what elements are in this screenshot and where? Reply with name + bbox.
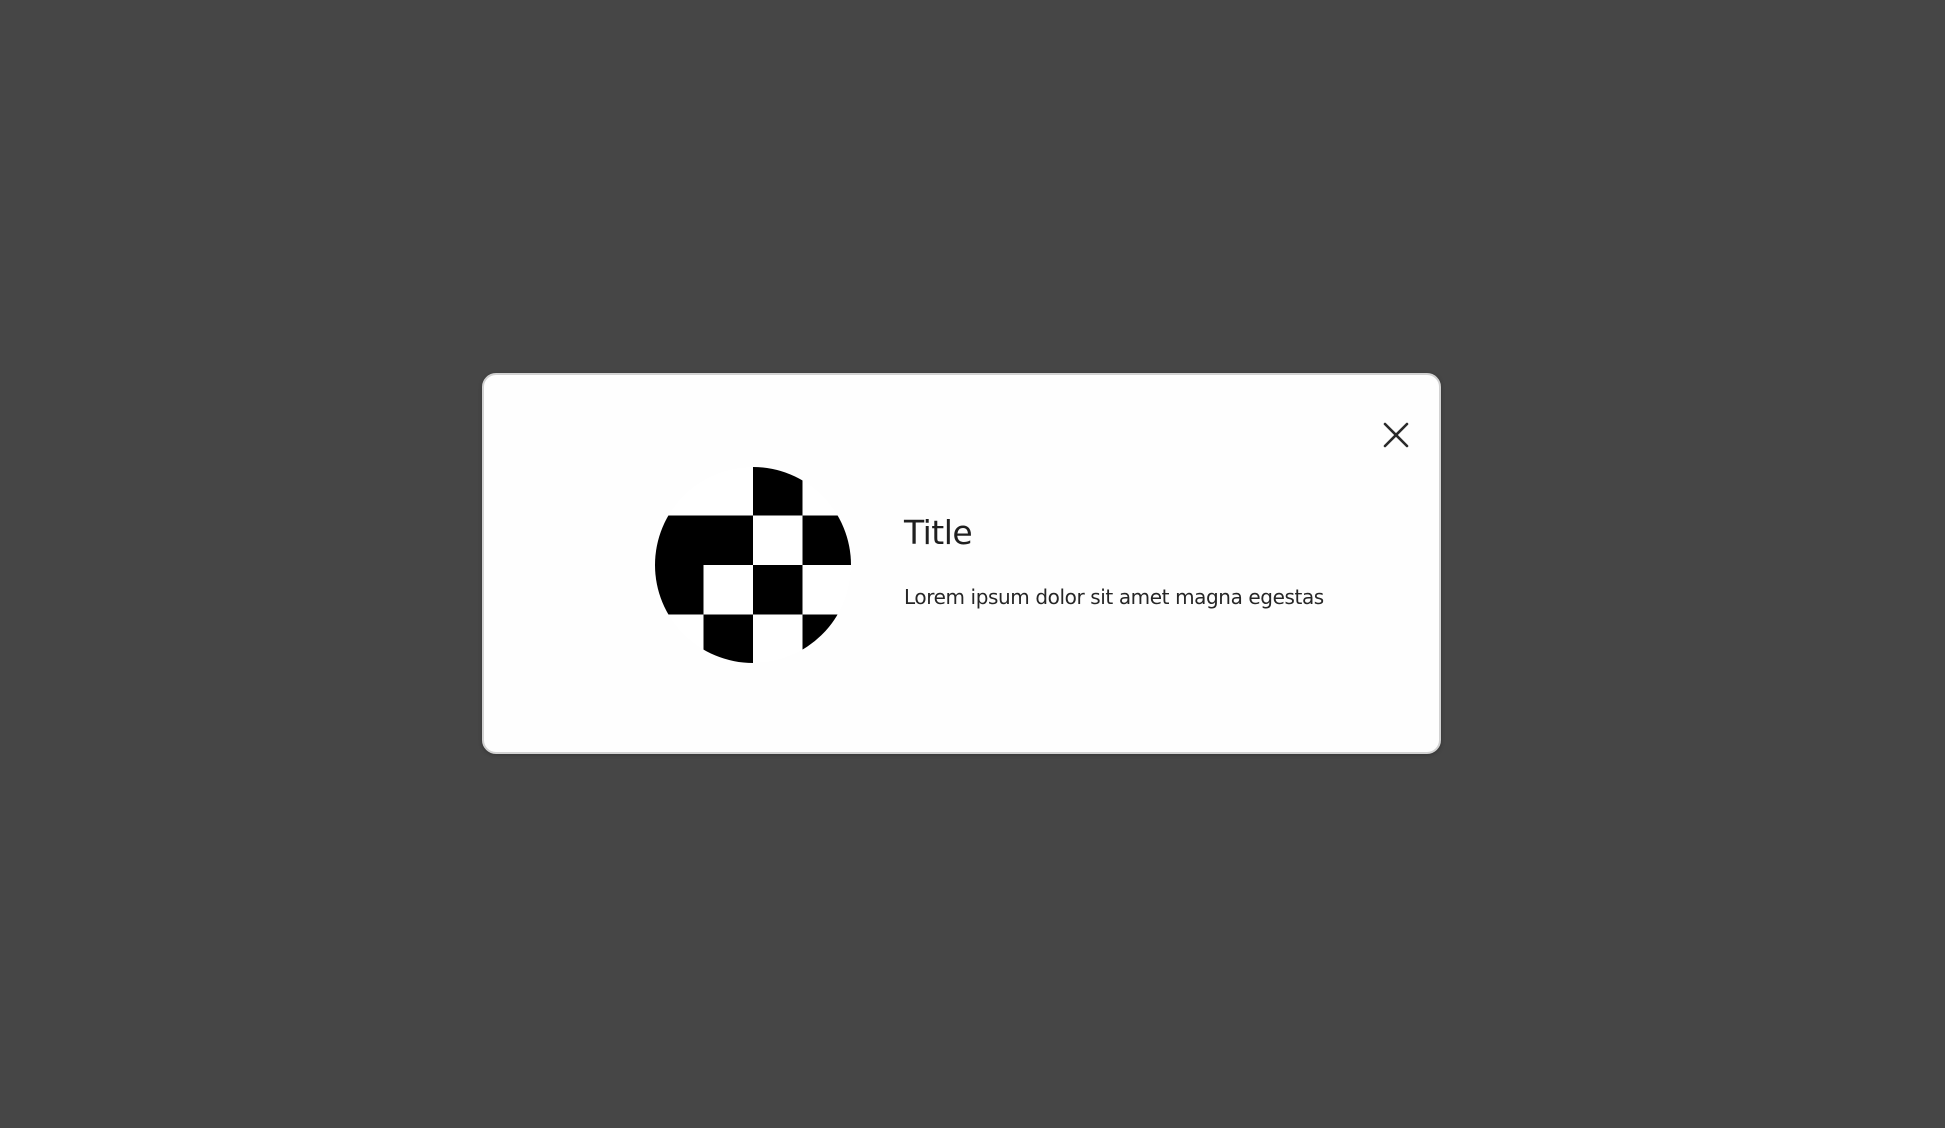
modal-dialog: Title Lorem ipsum dolor sit amet magna e… (482, 373, 1441, 754)
modal-title: Title (904, 513, 973, 552)
close-icon (1383, 422, 1409, 448)
close-button[interactable] (1372, 411, 1420, 459)
checkerboard-illustration (654, 466, 852, 664)
checkerboard-circle-icon (655, 467, 851, 663)
modal-content: Title Lorem ipsum dolor sit amet magna e… (904, 513, 1364, 611)
modal-description: Lorem ipsum dolor sit amet magna egestas (904, 585, 1324, 609)
